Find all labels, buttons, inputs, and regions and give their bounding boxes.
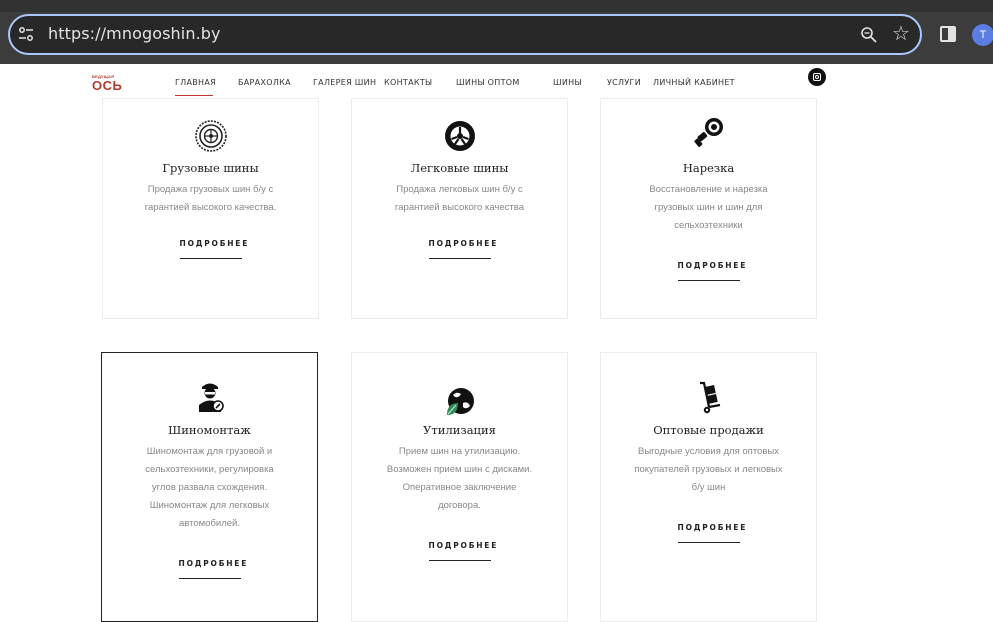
desc-line: Продажа грузовых шин б/у с bbox=[147, 184, 274, 195]
nav-item-baraholka[interactable]: БАРАХОЛКА bbox=[238, 78, 291, 87]
desc-line: автомобилей. bbox=[179, 518, 240, 529]
nav-item-services[interactable]: УСЛУГИ bbox=[607, 78, 641, 87]
desc-line: Шиномонтаж для грузовой и bbox=[146, 446, 273, 457]
tab-strip bbox=[0, 0, 993, 12]
nav-item-main[interactable]: ГЛАВНАЯ bbox=[175, 78, 216, 87]
desc-line: Восстановление и нарезка bbox=[649, 184, 768, 195]
site-logo[interactable]: ВЕДУЩАЯ ОСЬ bbox=[92, 74, 122, 94]
tune-icon[interactable] bbox=[18, 26, 34, 42]
zoom-icon[interactable] bbox=[860, 26, 878, 44]
nav-active-indicator bbox=[175, 95, 213, 96]
desc-line: грузовых шин и шин для bbox=[654, 202, 763, 213]
more-link[interactable]: ПОДРОБНЕЕ bbox=[428, 239, 496, 259]
service-card-truck-tires: Грузовые шины Продажа грузовых шин б/у с… bbox=[102, 98, 319, 319]
more-link[interactable]: ПОДРОБНЕЕ bbox=[179, 239, 247, 259]
service-card-regrooving: Нарезка Восстановление и нарезка грузовы… bbox=[600, 98, 817, 319]
nav-item-account[interactable]: ЛИЧНЫЙ КАБИНЕТ bbox=[653, 78, 735, 87]
desc-line: договора. bbox=[438, 500, 481, 511]
car-tire-icon bbox=[444, 121, 475, 151]
desc-line: углов развала схождения. bbox=[151, 482, 268, 493]
url-text[interactable]: https://mnogoshin.by bbox=[48, 24, 221, 43]
browser-toolbar: https://mnogoshin.by ☆ T bbox=[0, 0, 993, 64]
card-description: Прием шин на утилизацию. Возможен прием … bbox=[366, 443, 553, 515]
desc-line: Продажа легковых шин б/у с bbox=[396, 184, 523, 195]
service-card-car-tires: Легковые шины Продажа легковых шин б/у с… bbox=[351, 98, 568, 319]
hand-truck-icon bbox=[699, 381, 720, 414]
instagram-icon[interactable] bbox=[808, 68, 826, 86]
card-title: Оптовые продажи bbox=[653, 423, 764, 437]
desc-line: сельхозтехники bbox=[674, 220, 743, 231]
card-title: Нарезка bbox=[682, 161, 735, 175]
card-title: Грузовые шины bbox=[162, 161, 259, 175]
more-link[interactable]: ПОДРОБНЕЕ bbox=[677, 523, 745, 543]
nav-item-wholesale[interactable]: ШИНЫ ОПТОМ bbox=[456, 78, 520, 87]
card-description: Продажа грузовых шин б/у с гарантией выс… bbox=[117, 181, 304, 217]
desc-line: сельхозтехники, регулировка bbox=[145, 464, 274, 475]
logo-text: ОСЬ bbox=[92, 78, 123, 93]
desc-line: Шиномонтаж для легковых bbox=[149, 500, 270, 511]
card-description: Шиномонтаж для грузовой и сельхозтехники… bbox=[116, 443, 303, 533]
more-link[interactable]: ПОДРОБНЕЕ bbox=[428, 541, 496, 561]
desc-line: покупателей грузовых и легковых bbox=[634, 464, 783, 475]
more-link[interactable]: ПОДРОБНЕЕ bbox=[178, 559, 246, 579]
card-title: Утилизация bbox=[423, 423, 496, 437]
service-card-tire-fitting[interactable]: Шиномонтаж Шиномонтаж для грузовой и сел… bbox=[101, 352, 318, 622]
nav-item-contacts[interactable]: КОНТАКТЫ bbox=[384, 78, 432, 87]
desc-line: гарантией высокого качества bbox=[395, 202, 524, 213]
avatar[interactable]: T bbox=[972, 24, 993, 46]
card-description: Продажа легковых шин б/у с гарантией выс… bbox=[366, 181, 553, 217]
desc-line: Выгодные условия для оптовых bbox=[638, 446, 779, 457]
side-panel-icon[interactable] bbox=[940, 26, 956, 42]
regrooving-tool-icon bbox=[693, 118, 723, 147]
eco-globe-icon bbox=[446, 388, 474, 415]
desc-line: Возможен прием шин с дисками. bbox=[386, 464, 533, 475]
card-title: Шиномонтаж bbox=[168, 423, 251, 437]
desc-line: Оперативное заключение bbox=[402, 482, 517, 493]
service-card-recycling: Утилизация Прием шин на утилизацию. Возм… bbox=[351, 352, 568, 622]
nav-item-gallery[interactable]: ГАЛЕРЕЯ ШИН bbox=[313, 78, 376, 87]
nav-item-tires[interactable]: ШИНЫ bbox=[553, 78, 582, 87]
card-description: Восстановление и нарезка грузовых шин и … bbox=[615, 181, 802, 235]
truck-tire-icon bbox=[194, 120, 227, 152]
more-link[interactable]: ПОДРОБНЕЕ bbox=[677, 261, 745, 281]
star-icon[interactable]: ☆ bbox=[892, 23, 910, 45]
desc-line: гарантией высокого качества. bbox=[144, 202, 277, 213]
desc-line: Прием шин на утилизацию. bbox=[398, 446, 521, 457]
card-title: Легковые шины bbox=[410, 161, 509, 175]
card-description: Выгодные условия для оптовых покупателей… bbox=[615, 443, 802, 497]
service-card-wholesale: Оптовые продажи Выгодные условия для опт… bbox=[600, 352, 817, 622]
desc-line: б/у шин bbox=[691, 482, 726, 493]
mechanic-icon bbox=[198, 383, 224, 412]
